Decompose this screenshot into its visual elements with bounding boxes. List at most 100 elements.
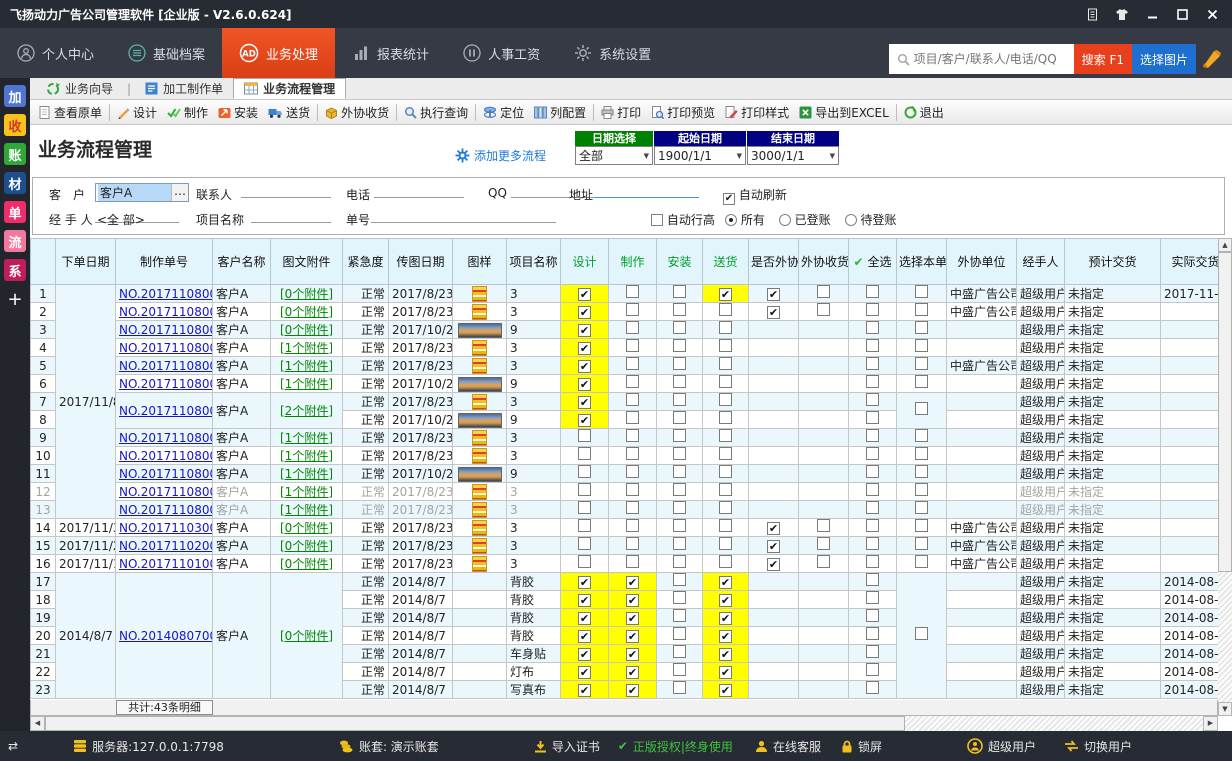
scroll-up-arrow[interactable]: ▲: [1218, 238, 1232, 252]
deliver-checkbox[interactable]: [719, 357, 732, 370]
make-checkbox[interactable]: [626, 303, 639, 316]
install-checkbox[interactable]: [673, 285, 686, 298]
install-checkbox[interactable]: [673, 447, 686, 460]
deliver-checkbox[interactable]: ✔: [719, 576, 732, 589]
select-all-checkbox[interactable]: [866, 627, 879, 640]
select-all-checkbox[interactable]: [866, 573, 879, 586]
col-header-5[interactable]: 紧急度: [343, 239, 389, 285]
col-header-4[interactable]: 图文附件: [271, 239, 343, 285]
address-input[interactable]: [595, 182, 699, 198]
select-order-checkbox[interactable]: [915, 501, 928, 514]
toolbar-page-button[interactable]: 查看原单: [33, 101, 107, 123]
tab-worksheet[interactable]: 加工制作单: [135, 78, 233, 99]
nav-item-gear[interactable]: 系统设置: [557, 28, 668, 78]
attachment-link[interactable]: [1个附件]: [280, 377, 333, 391]
date-filter-dropdown[interactable]: 全部▼: [575, 146, 653, 165]
select-all-checkbox[interactable]: [866, 609, 879, 622]
nav-item-chart[interactable]: 报表统计: [335, 28, 446, 78]
thumbnail-poster[interactable]: [472, 340, 487, 356]
design-checkbox[interactable]: ✔: [578, 594, 591, 607]
select-all-checkbox[interactable]: [866, 645, 879, 658]
install-checkbox[interactable]: [673, 591, 686, 604]
design-checkbox[interactable]: ✔: [578, 576, 591, 589]
col-header-3[interactable]: 客户名称: [213, 239, 271, 285]
sidebar-item-+[interactable]: +: [4, 288, 26, 310]
lock-screen-button[interactable]: 锁屏: [841, 738, 882, 755]
outsource-flag-checkbox[interactable]: ✔: [767, 540, 780, 553]
toolbar-install-button[interactable]: 安装: [213, 101, 263, 123]
select-order-checkbox[interactable]: [915, 303, 928, 316]
install-checkbox[interactable]: [673, 429, 686, 442]
thumbnail-poster[interactable]: [472, 556, 487, 572]
toolbar-columns-button[interactable]: 列配置: [529, 101, 591, 123]
outsource-flag-checkbox[interactable]: ✔: [767, 306, 780, 319]
col-header-15[interactable]: ✔ 全选: [849, 239, 897, 285]
switch-user-button[interactable]: 切换用户: [1064, 738, 1132, 755]
deliver-checkbox[interactable]: ✔: [719, 648, 732, 661]
toolbar-preview-button[interactable]: 打印预览: [646, 101, 720, 123]
vertical-scroll-thumb[interactable]: [1218, 252, 1232, 572]
make-checkbox[interactable]: ✔: [626, 648, 639, 661]
col-header-1[interactable]: 下单日期: [56, 239, 116, 285]
design-checkbox[interactable]: [578, 537, 591, 550]
make-checkbox[interactable]: ✔: [626, 612, 639, 625]
deliver-checkbox[interactable]: ✔: [719, 594, 732, 607]
make-checkbox[interactable]: ✔: [626, 666, 639, 679]
maximize-button[interactable]: [1172, 6, 1192, 22]
contact-input[interactable]: [241, 182, 331, 198]
toolbar-printer-button[interactable]: 打印: [596, 101, 646, 123]
thumbnail-poster[interactable]: [472, 304, 487, 320]
radio-circle[interactable]: [725, 214, 737, 226]
design-checkbox[interactable]: ✔: [578, 414, 591, 427]
auto-rowheight-checkbox[interactable]: 自动行高: [651, 211, 715, 228]
radio-已登账[interactable]: 已登账: [779, 213, 831, 227]
make-checkbox[interactable]: [626, 483, 639, 496]
orderno-input[interactable]: [371, 207, 556, 223]
design-checkbox[interactable]: [578, 483, 591, 496]
toolbar-excel-button[interactable]: 导出到EXCEL: [794, 101, 894, 123]
deliver-checkbox[interactable]: [719, 537, 732, 550]
attachment-link[interactable]: [0个附件]: [280, 305, 333, 319]
order-no-link[interactable]: NO.201711080005: [119, 431, 213, 445]
outsource-flag-checkbox[interactable]: ✔: [767, 288, 780, 301]
outsource-recv-checkbox[interactable]: [817, 555, 830, 568]
design-checkbox[interactable]: ✔: [578, 342, 591, 355]
nav-item-ad[interactable]: AD业务处理: [222, 28, 335, 78]
deliver-checkbox[interactable]: [719, 321, 732, 334]
design-checkbox[interactable]: [578, 447, 591, 460]
radio-所有[interactable]: 所有: [725, 213, 765, 227]
install-checkbox[interactable]: [673, 501, 686, 514]
select-all-checkbox[interactable]: [866, 537, 879, 550]
select-all-checkbox[interactable]: [866, 411, 879, 424]
make-checkbox[interactable]: [626, 447, 639, 460]
deliver-checkbox[interactable]: [719, 555, 732, 568]
nav-item-person[interactable]: 个人中心: [0, 28, 111, 78]
col-header-17[interactable]: 外协单位: [947, 239, 1017, 285]
design-checkbox[interactable]: [578, 519, 591, 532]
auto-refresh-box[interactable]: ✔: [723, 193, 735, 205]
select-all-checkbox[interactable]: [866, 303, 879, 316]
attachment-link[interactable]: [0个附件]: [280, 287, 333, 301]
col-header-12[interactable]: 送货: [703, 239, 749, 285]
select-all-checkbox[interactable]: [866, 681, 879, 694]
thumbnail-poster[interactable]: [472, 430, 487, 446]
select-all-checkbox[interactable]: [866, 501, 879, 514]
make-checkbox[interactable]: [626, 339, 639, 352]
design-checkbox[interactable]: ✔: [578, 648, 591, 661]
col-header-20[interactable]: 实际交货: [1161, 239, 1219, 285]
install-checkbox[interactable]: [673, 339, 686, 352]
design-checkbox[interactable]: ✔: [578, 378, 591, 391]
toolbar-pencil-button[interactable]: 设计: [112, 101, 162, 123]
minimize-button[interactable]: [1142, 6, 1162, 22]
deliver-checkbox[interactable]: [719, 393, 732, 406]
deliver-checkbox[interactable]: [719, 411, 732, 424]
install-checkbox[interactable]: [673, 537, 686, 550]
install-checkbox[interactable]: [673, 321, 686, 334]
make-checkbox[interactable]: ✔: [626, 594, 639, 607]
customer-field[interactable]: 客户A …: [95, 183, 189, 202]
sidebar-item-系[interactable]: 系: [4, 259, 26, 281]
outsource-recv-checkbox[interactable]: [817, 519, 830, 532]
attachment-link[interactable]: [1个附件]: [280, 467, 333, 481]
vertical-scrollbar[interactable]: ▲ ▼: [1218, 238, 1232, 716]
thumbnail-poster[interactable]: [472, 448, 487, 464]
